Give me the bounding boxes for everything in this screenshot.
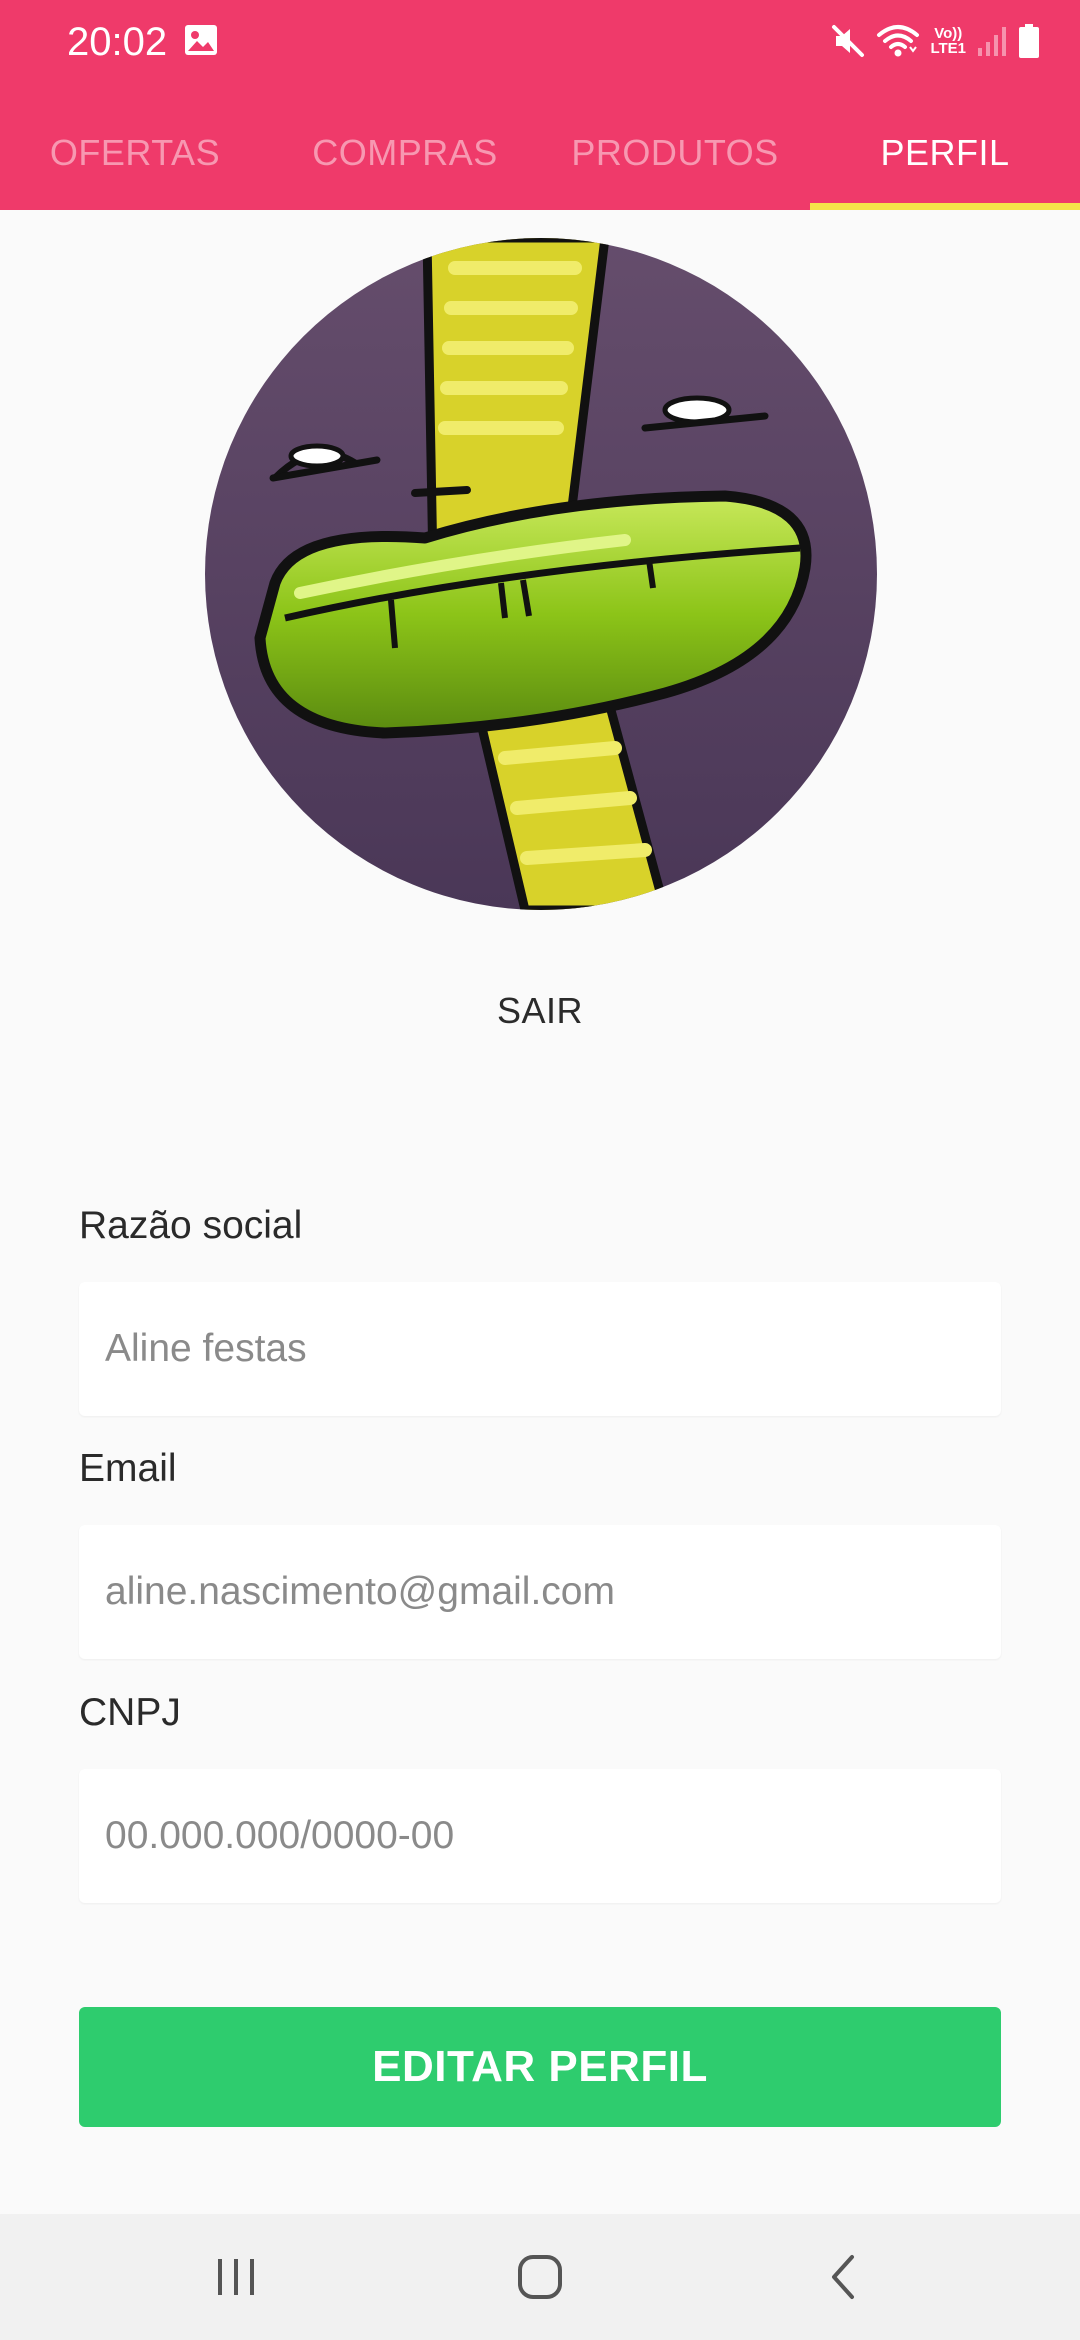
edit-profile-button[interactable]: EDITAR PERFIL <box>79 2007 1001 2127</box>
tab-active-indicator <box>810 203 1080 210</box>
battery-icon <box>1019 24 1039 58</box>
back-icon <box>832 2255 854 2299</box>
recent-apps-icon <box>218 2259 254 2295</box>
app-bar: 20:02 Vo)) LTE1 OFERTAS COMPRAS PRODUTOS… <box>0 0 1080 210</box>
tab-compras[interactable]: COMPRAS <box>270 96 540 210</box>
razao-social-label: Razão social <box>79 1204 303 1247</box>
status-time: 20:02 <box>67 20 168 64</box>
email-label: Email <box>79 1447 177 1490</box>
profile-avatar[interactable] <box>205 238 877 910</box>
avatar-illustration <box>205 238 877 910</box>
wifi-icon <box>877 25 920 57</box>
gallery-icon <box>185 25 217 55</box>
home-icon <box>518 2255 562 2299</box>
home-button[interactable] <box>500 2242 580 2312</box>
status-bar: 20:02 Vo)) LTE1 <box>0 0 1080 84</box>
recent-apps-button[interactable] <box>196 2242 276 2312</box>
email-input[interactable] <box>79 1525 1001 1659</box>
tab-ofertas[interactable]: OFERTAS <box>0 96 270 210</box>
cnpj-input[interactable] <box>79 1769 1001 1903</box>
tab-label: COMPRAS <box>312 132 498 173</box>
profile-screen: 20:02 Vo)) LTE1 OFERTAS COMPRAS PRODUTOS… <box>0 0 1080 2340</box>
back-button[interactable] <box>804 2242 884 2312</box>
tab-produtos[interactable]: PRODUTOS <box>540 96 810 210</box>
razao-social-input[interactable] <box>79 1282 1001 1416</box>
system-nav-bar <box>0 2214 1080 2340</box>
tab-perfil[interactable]: PERFIL <box>810 96 1080 210</box>
tab-label: PERFIL <box>880 132 1010 173</box>
logout-link[interactable]: SAIR <box>0 990 1080 1032</box>
mute-icon <box>832 25 865 57</box>
tab-label: OFERTAS <box>49 132 221 173</box>
status-icons: Vo)) LTE1 <box>830 18 1040 64</box>
tab-label: PRODUTOS <box>571 132 779 173</box>
tab-bar: OFERTAS COMPRAS PRODUTOS PERFIL <box>0 96 1080 210</box>
cnpj-label: CNPJ <box>79 1691 181 1734</box>
signal-icon <box>978 27 1006 56</box>
volte-icon: Vo)) LTE1 <box>930 25 966 57</box>
